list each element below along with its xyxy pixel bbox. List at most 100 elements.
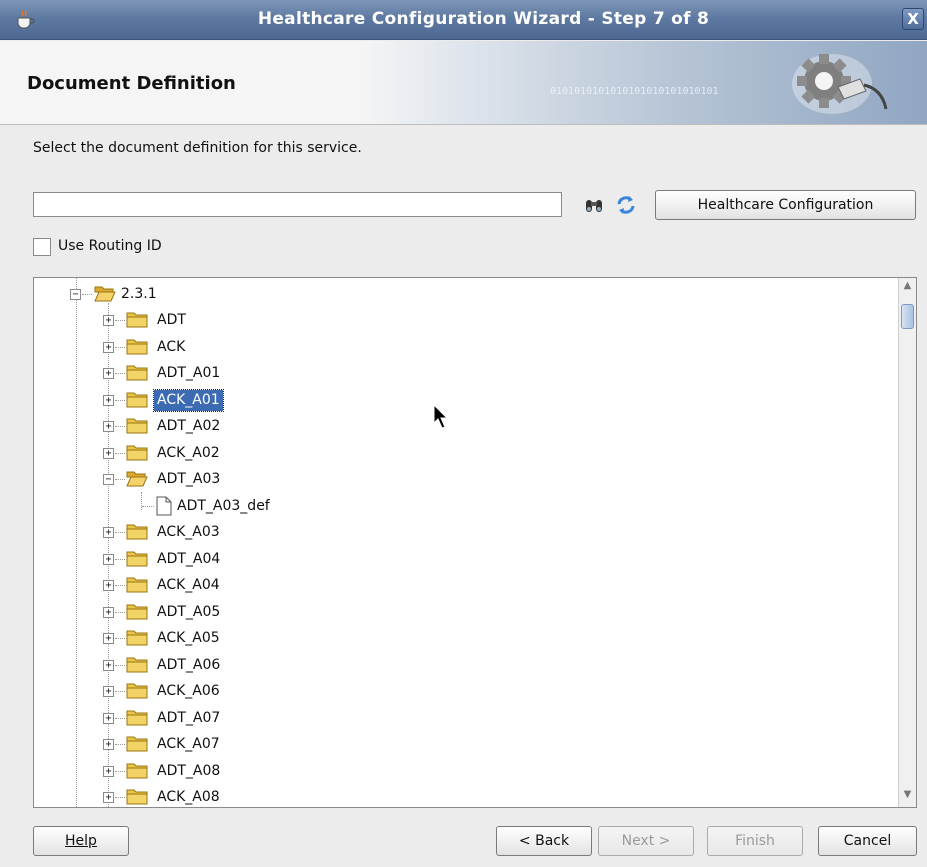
expand-icon[interactable]: + (103, 368, 114, 379)
expand-icon[interactable]: + (103, 342, 114, 353)
tree-folder-row[interactable]: + ADT_A08 (34, 758, 894, 784)
expand-icon[interactable]: + (103, 448, 114, 459)
expand-icon[interactable]: + (103, 660, 114, 671)
tree-folder-row[interactable]: − ADT_A03 (34, 466, 894, 492)
tree-item-label[interactable]: ADT_A02 (154, 416, 223, 437)
tree-connector (115, 771, 125, 772)
tree-connector (115, 638, 125, 639)
expand-icon[interactable]: + (103, 713, 114, 724)
help-button[interactable]: Help (33, 826, 129, 856)
tree-folder-row[interactable]: + ACK_A04 (34, 572, 894, 598)
folder-icon (126, 339, 148, 355)
folder-icon (126, 710, 148, 726)
tree-item-label[interactable]: ADT_A03_def (174, 496, 273, 517)
document-icon (156, 496, 172, 516)
refresh-icon[interactable] (615, 194, 637, 216)
instruction-text: Select the document definition for this … (33, 140, 362, 156)
vertical-scrollbar[interactable]: ▲ ▼ (898, 278, 916, 807)
tree-connector (142, 506, 154, 507)
folder-icon (126, 789, 148, 805)
scroll-down-arrow-icon[interactable]: ▼ (899, 789, 916, 805)
tree-item-label[interactable]: ADT_A01 (154, 363, 223, 384)
expand-icon[interactable]: + (103, 792, 114, 803)
tree-item-label[interactable]: ACK_A07 (154, 734, 223, 755)
tree-item-label[interactable]: ADT (154, 310, 189, 331)
expand-icon[interactable]: + (103, 527, 114, 538)
tree-folder-row[interactable]: + ACK_A03 (34, 519, 894, 545)
folder-icon (126, 524, 148, 540)
tree-item-label[interactable]: ACK_A01 (153, 389, 224, 412)
search-input[interactable] (33, 192, 562, 217)
tree-item-label[interactable]: ADT_A04 (154, 549, 223, 570)
tree-connector (115, 373, 125, 374)
tree-folder-row[interactable]: + ACK_A01 (34, 387, 894, 413)
tree-connector (115, 532, 125, 533)
next-button[interactable]: Next > (598, 826, 694, 856)
tree-connector (115, 691, 125, 692)
tree-folder-row[interactable]: + ADT_A06 (34, 652, 894, 678)
open-folder-icon (126, 471, 148, 487)
healthcare-configuration-button[interactable]: Healthcare Configuration (655, 190, 916, 220)
tree-folder-row[interactable]: + ACK_A06 (34, 678, 894, 704)
expand-icon[interactable]: + (103, 315, 114, 326)
tree-folder-row[interactable]: + ADT (34, 307, 894, 333)
tree-folder-row[interactable]: + ACK_A02 (34, 440, 894, 466)
tree-item-label[interactable]: ACK_A04 (154, 575, 223, 596)
tree-folder-row[interactable]: + ACK_A05 (34, 625, 894, 651)
document-tree[interactable]: − 2.3.1 + ADT + ACK + ADT_A01 + ACK_A01 + ADT_A02… (33, 277, 917, 808)
close-icon[interactable]: X (902, 8, 924, 30)
tree-item-label[interactable]: ACK_A03 (154, 522, 223, 543)
tree-folder-row[interactable]: + ACK_A07 (34, 731, 894, 757)
tree-connector (115, 347, 125, 348)
tree-folder-row[interactable]: + ACK_A08 (34, 784, 894, 807)
tree-item-label[interactable]: ADT_A07 (154, 708, 223, 729)
tree-item-label[interactable]: ADT_A06 (154, 655, 223, 676)
cancel-button[interactable]: Cancel (818, 826, 917, 856)
tree-folder-row[interactable]: + ADT_A04 (34, 546, 894, 572)
expand-icon[interactable]: + (103, 739, 114, 750)
folder-icon (126, 551, 148, 567)
tree-item-label[interactable]: ADT_A03 (154, 469, 223, 490)
collapse-icon[interactable]: − (70, 289, 81, 300)
expand-icon[interactable]: + (103, 766, 114, 777)
scroll-up-arrow-icon[interactable]: ▲ (899, 280, 916, 296)
finish-button[interactable]: Finish (707, 826, 803, 856)
folder-icon (126, 763, 148, 779)
title-bar: Healthcare Configuration Wizard - Step 7… (0, 0, 927, 40)
tree-item-label[interactable]: ADT_A08 (154, 761, 223, 782)
tree-connector (115, 744, 125, 745)
folder-icon (126, 365, 148, 381)
tree-folder-row[interactable]: + ADT_A01 (34, 360, 894, 386)
tree-root-row[interactable]: − 2.3.1 (34, 281, 894, 307)
tree-folder-row[interactable]: + ADT_A07 (34, 705, 894, 731)
tree-item-label[interactable]: ADT_A05 (154, 602, 223, 623)
tree-item-label[interactable]: ACK_A05 (154, 628, 223, 649)
folder-icon (126, 418, 148, 434)
tree-item-label[interactable]: ACK_A06 (154, 681, 223, 702)
expand-icon[interactable]: + (103, 421, 114, 432)
tree-folder-row[interactable]: + ADT_A02 (34, 413, 894, 439)
tree-item-label[interactable]: ACK_A08 (154, 787, 223, 807)
expand-icon[interactable]: + (103, 633, 114, 644)
expand-icon[interactable]: + (103, 607, 114, 618)
tree-item-label[interactable]: ACK (154, 337, 188, 358)
tree-item-label[interactable]: ACK_A02 (154, 443, 223, 464)
tree-connector (115, 453, 125, 454)
expand-icon[interactable]: + (103, 686, 114, 697)
expand-icon[interactable]: + (103, 580, 114, 591)
tree-folder-row[interactable]: + ACK (34, 334, 894, 360)
tree-connector (115, 400, 125, 401)
folder-icon (126, 657, 148, 673)
tree-root-label[interactable]: 2.3.1 (118, 284, 160, 305)
folder-icon (126, 577, 148, 593)
expand-icon[interactable]: + (103, 554, 114, 565)
tree-document-row[interactable]: ADT_A03_def (34, 493, 894, 519)
collapse-icon[interactable]: − (103, 474, 114, 485)
expand-icon[interactable]: + (103, 395, 114, 406)
scroll-thumb[interactable] (901, 304, 914, 329)
binoculars-search-icon[interactable] (584, 195, 604, 215)
tree-folder-row[interactable]: + ADT_A05 (34, 599, 894, 625)
back-button[interactable]: < Back (496, 826, 592, 856)
use-routing-id-checkbox[interactable] (33, 238, 51, 256)
use-routing-id-label: Use Routing ID (58, 238, 162, 254)
